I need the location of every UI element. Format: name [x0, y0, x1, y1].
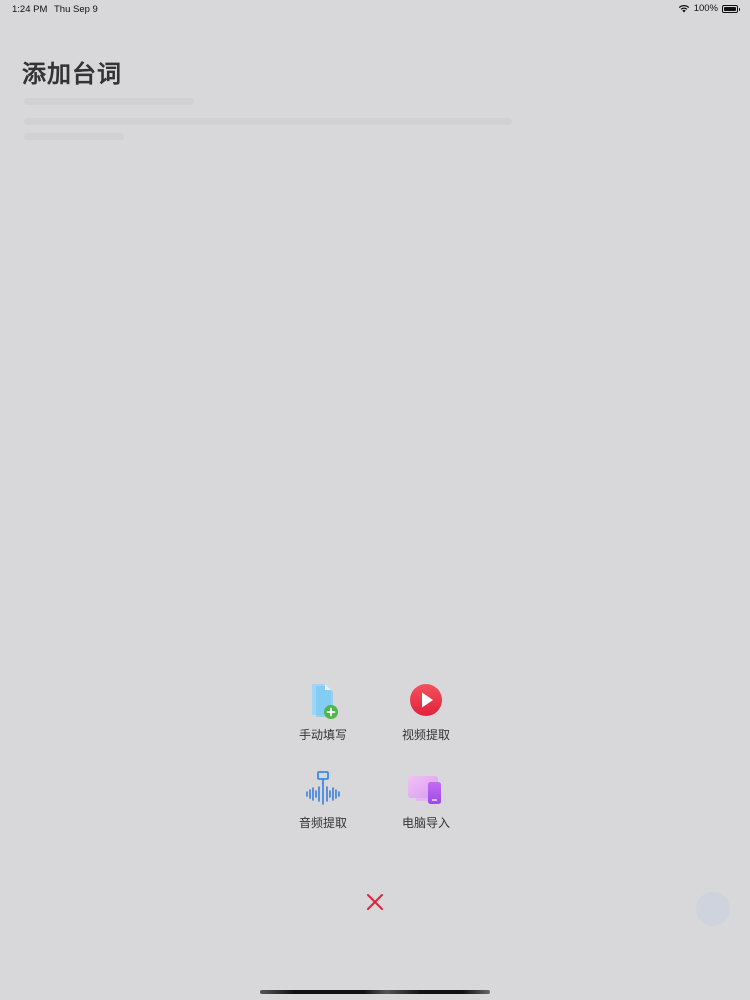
status-indicators: 100%	[678, 3, 740, 14]
status-date: Thu Sep 9	[54, 4, 98, 15]
background-text-line	[24, 98, 194, 105]
manual-entry-button[interactable]: 手动填写	[278, 682, 368, 743]
play-icon	[410, 684, 442, 716]
add-document-icon	[312, 684, 338, 719]
home-indicator	[260, 990, 490, 994]
status-bar: 1:24 PM Thu Sep 9 100%	[0, 0, 750, 18]
computer-import-icon	[408, 776, 441, 804]
computer-import-label: 电脑导入	[401, 816, 450, 830]
background-text-line	[24, 118, 512, 125]
audio-extract-button[interactable]: 音频提取	[278, 770, 368, 831]
audio-extract-label: 音频提取	[298, 816, 347, 830]
manual-entry-label: 手动填写	[298, 728, 347, 742]
floating-action-button	[696, 892, 730, 926]
close-icon[interactable]	[363, 890, 387, 914]
audio-wave-icon	[306, 771, 340, 805]
status-time: 1:24 PM	[12, 4, 48, 15]
background-text-line	[24, 133, 124, 140]
battery-icon	[722, 4, 740, 13]
video-extract-label: 视频提取	[401, 728, 450, 742]
page-title: 添加台词	[22, 60, 122, 88]
computer-import-button[interactable]: 电脑导入	[381, 770, 471, 831]
wifi-icon	[678, 5, 689, 13]
video-extract-button[interactable]: 视频提取	[381, 682, 471, 743]
battery-percent: 100%	[693, 3, 718, 14]
